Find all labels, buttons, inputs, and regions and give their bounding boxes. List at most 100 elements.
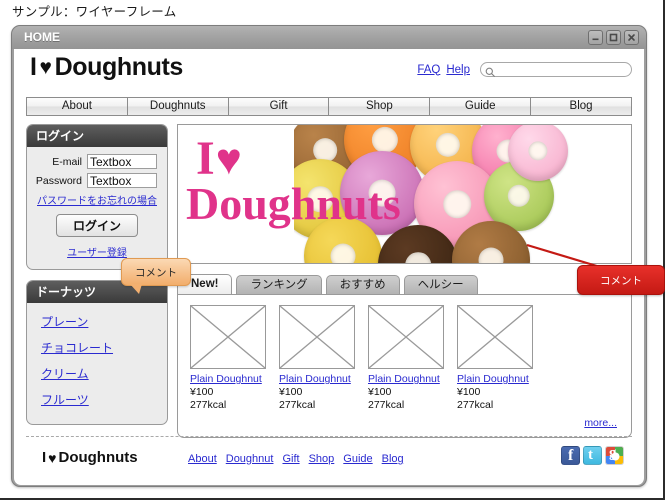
facebook-icon[interactable]: f xyxy=(561,446,580,465)
nav-item-shop[interactable]: Shop xyxy=(329,98,431,115)
twitter-glyph: t xyxy=(588,447,593,463)
close-button[interactable] xyxy=(624,30,639,45)
callout-orange-tail xyxy=(130,284,142,294)
category-link-cream[interactable]: クリーム xyxy=(41,367,89,381)
login-panel-title: ログイン xyxy=(27,125,167,147)
footer-logo[interactable]: I ♥ Doughnuts xyxy=(42,449,138,466)
login-panel-body: E-mail Password パスワードをお忘れの場合 ログイン xyxy=(27,147,167,269)
register-link[interactable]: ユーザー登録 xyxy=(67,248,127,259)
hero-i: I xyxy=(196,132,216,185)
hero-text: I♥ Doughnuts xyxy=(186,135,401,227)
callout-red-label: コメント xyxy=(600,275,642,287)
product-price: ¥100 xyxy=(279,386,303,398)
product-image-placeholder xyxy=(368,305,444,369)
global-nav: About Doughnuts Gift Shop Guide Blog xyxy=(26,97,632,116)
product-name-link[interactable]: Plain Doughnut xyxy=(279,373,356,385)
callout-red[interactable]: コメント xyxy=(577,265,665,295)
product-calories: 277kcal xyxy=(190,399,227,411)
email-label: E-mail xyxy=(52,155,82,168)
product-image-placeholder xyxy=(190,305,266,369)
list-item: フルーツ xyxy=(41,391,167,409)
product-card: Plain Doughnut ¥100 277kcal xyxy=(279,305,356,411)
category-link-fruit[interactable]: フルーツ xyxy=(41,393,89,407)
tab-ranking[interactable]: ランキング xyxy=(236,275,322,294)
nav-item-guide[interactable]: Guide xyxy=(430,98,532,115)
product-name-link[interactable]: Plain Doughnut xyxy=(457,373,534,385)
googleplus-glyph: g xyxy=(609,446,617,461)
nav-item-gift[interactable]: Gift xyxy=(228,98,330,115)
footer-logo-i: I xyxy=(42,449,47,466)
email-field[interactable] xyxy=(87,154,157,169)
footer-link-about[interactable]: About xyxy=(188,453,217,465)
login-panel: ログイン E-mail Password パスワードをお忘れの場合 xyxy=(26,124,168,270)
product-grid-wrap: Plain Doughnut ¥100 277kcal Plain Doughn… xyxy=(177,295,632,438)
hero-line-2: Doughnuts xyxy=(186,178,401,230)
logo-text: Doughnuts xyxy=(54,53,184,81)
window-controls xyxy=(588,30,639,45)
email-row: E-mail xyxy=(35,154,159,169)
social-icons: f t g xyxy=(561,446,624,465)
product-name-link[interactable]: Plain Doughnut xyxy=(368,373,445,385)
forgot-password-link[interactable]: パスワードをお忘れの場合 xyxy=(37,192,159,207)
product-image-placeholder xyxy=(279,305,355,369)
hero-heart-icon: ♥ xyxy=(215,135,243,184)
faq-link[interactable]: FAQ xyxy=(417,64,440,76)
footer-link-doughnut[interactable]: Doughnut xyxy=(226,453,274,465)
site-logo[interactable]: I ♥ Doughnuts xyxy=(30,53,183,82)
facebook-glyph: f xyxy=(568,447,574,464)
product-grid: Plain Doughnut ¥100 277kcal Plain Doughn… xyxy=(190,305,631,411)
search-box[interactable] xyxy=(480,62,632,78)
nav-item-blog[interactable]: Blog xyxy=(531,98,631,115)
footer-link-blog[interactable]: Blog xyxy=(382,453,404,465)
product-calories: 277kcal xyxy=(457,399,494,411)
hero-line-1: I♥ xyxy=(196,135,401,184)
nav-item-about[interactable]: About xyxy=(27,98,128,115)
footer-link-shop[interactable]: Shop xyxy=(309,453,335,465)
site-header: I ♥ Doughnuts FAQ Help xyxy=(14,49,644,97)
minimize-button[interactable] xyxy=(588,30,603,45)
product-price: ¥100 xyxy=(368,386,392,398)
product-price: ¥100 xyxy=(457,386,481,398)
help-link[interactable]: Help xyxy=(446,64,470,76)
category-link-chocolate[interactable]: チョコレート xyxy=(41,341,113,355)
maximize-button[interactable] xyxy=(606,30,621,45)
nav-item-doughnuts[interactable]: Doughnuts xyxy=(127,98,229,115)
site-footer: I ♥ Doughnuts About Doughnut Gift Shop Gui… xyxy=(26,436,632,479)
list-item: クリーム xyxy=(41,365,167,383)
product-name-link[interactable]: Plain Doughnut xyxy=(190,373,267,385)
footer-links: About Doughnut Gift Shop Guide Blog xyxy=(188,453,404,465)
password-row: Password xyxy=(35,173,159,188)
search-input[interactable] xyxy=(498,63,632,78)
category-link-plain[interactable]: プレーン xyxy=(41,315,88,329)
logo-i: I xyxy=(30,53,37,81)
heart-icon: ♥ xyxy=(48,449,57,466)
category-panel: ドーナッツ プレーン チョコレート クリーム フルーツ xyxy=(26,280,168,425)
heart-icon: ♥ xyxy=(39,56,52,79)
footer-link-gift[interactable]: Gift xyxy=(282,453,299,465)
twitter-icon[interactable]: t xyxy=(583,446,602,465)
password-field[interactable] xyxy=(87,173,157,188)
login-button[interactable]: ログイン xyxy=(55,214,138,237)
search-icon xyxy=(485,65,496,83)
footer-logo-text: Doughnuts xyxy=(58,449,138,466)
product-image-placeholder xyxy=(457,305,533,369)
product-card: Plain Doughnut ¥100 277kcal xyxy=(190,305,267,411)
header-utilities: FAQ Help xyxy=(417,62,632,78)
callout-orange-label: コメント xyxy=(135,267,177,279)
callout-orange[interactable]: コメント xyxy=(121,258,191,294)
tab-recommended[interactable]: おすすめ xyxy=(325,275,400,294)
category-list: プレーン チョコレート クリーム フルーツ xyxy=(27,303,167,409)
footer-link-guide[interactable]: Guide xyxy=(343,453,372,465)
page-caption: サンプル：ワイヤーフレーム xyxy=(12,5,177,19)
more-link[interactable]: more... xyxy=(584,417,617,429)
password-label: Password xyxy=(35,174,82,187)
product-card: Plain Doughnut ¥100 277kcal xyxy=(457,305,534,411)
window-title: HOME xyxy=(24,30,60,44)
googleplus-icon[interactable]: g xyxy=(605,446,624,465)
login-button-wrap: ログイン xyxy=(35,214,159,237)
window-titlebar[interactable]: HOME xyxy=(12,26,646,49)
tab-healthy[interactable]: ヘルシー xyxy=(403,275,478,294)
product-calories: 277kcal xyxy=(368,399,405,411)
list-item: プレーン xyxy=(41,313,167,331)
list-item: チョコレート xyxy=(41,339,167,357)
